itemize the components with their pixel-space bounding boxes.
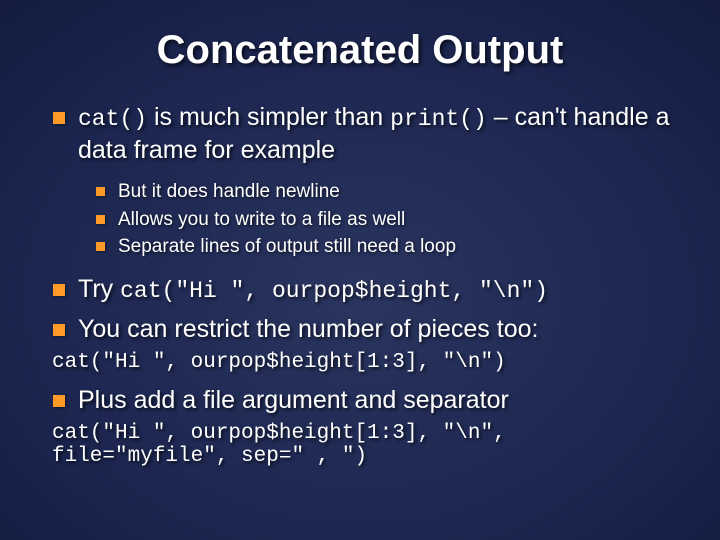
slide: Concatenated Output cat() is much simple… bbox=[0, 0, 720, 498]
code-block-2: cat("Hi ", ourpop$height[1:3], "\n", fil… bbox=[52, 422, 670, 468]
sub-bullet: But it does handle newline bbox=[94, 180, 670, 204]
bullet-2: Try cat("Hi ", ourpop$height, "\n") bbox=[50, 273, 670, 306]
code-cat: cat() bbox=[78, 106, 147, 132]
text: Try bbox=[78, 275, 120, 303]
code-block-1: cat("Hi ", ourpop$height[1:3], "\n") bbox=[52, 351, 670, 374]
bullet-4: Plus add a file argument and separator bbox=[50, 384, 670, 416]
code-print: print() bbox=[390, 106, 487, 132]
sub-bullet: Allows you to write to a file as well bbox=[94, 208, 670, 232]
code-try: cat("Hi ", ourpop$height, "\n") bbox=[120, 278, 548, 304]
text: is much simpler than bbox=[147, 103, 390, 131]
bullet-list-2: Plus add a file argument and separator bbox=[50, 384, 670, 416]
bullet-list: cat() is much simpler than print() – can… bbox=[50, 101, 670, 345]
sub-list: But it does handle newline Allows you to… bbox=[94, 180, 670, 259]
bullet-3: You can restrict the number of pieces to… bbox=[50, 313, 670, 345]
bullet-1: cat() is much simpler than print() – can… bbox=[50, 101, 670, 259]
sub-bullet: Separate lines of output still need a lo… bbox=[94, 235, 670, 259]
slide-title: Concatenated Output bbox=[50, 28, 670, 73]
